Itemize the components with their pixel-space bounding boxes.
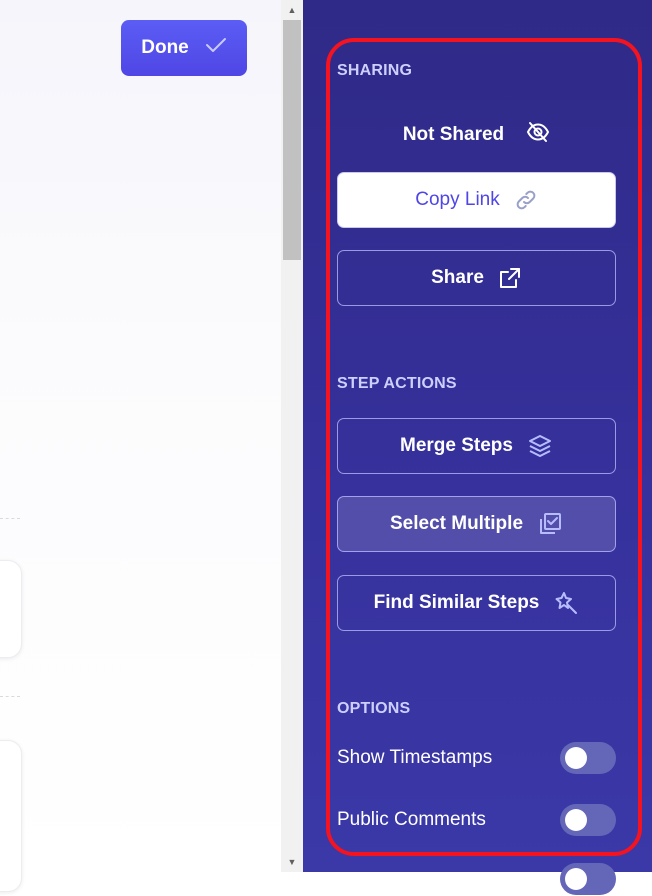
toggle-knob [565,868,587,890]
toggle-knob [565,747,587,769]
step-actions-section-title: STEP ACTIONS [337,375,457,392]
main-content-area: Done [0,0,281,892]
sharing-section-title: SHARING [337,62,413,79]
done-button-label: Done [141,37,189,58]
public-comments-option: Public Comments [337,803,616,837]
merge-steps-button[interactable]: Merge Steps [337,418,616,474]
show-timestamps-label: Show Timestamps [337,747,493,768]
merge-steps-label: Merge Steps [400,435,513,456]
options-section-title: OPTIONS [337,700,411,717]
cut-off-option [337,862,616,896]
scroll-down-arrow-icon[interactable]: ▼ [281,854,303,870]
divider [0,696,20,697]
select-multiple-label: Select Multiple [389,513,524,534]
divider [0,518,20,519]
magic-wand-icon [553,590,579,616]
scrollbar[interactable]: ▲ ▼ [281,0,303,872]
scroll-up-arrow-icon[interactable]: ▲ [281,2,303,18]
side-panel: SHARING Not Shared Copy Link Share STEP … [303,0,652,895]
public-comments-toggle[interactable] [560,804,616,836]
scroll-thumb[interactable] [283,20,301,260]
show-timestamps-toggle[interactable] [560,742,616,774]
done-button[interactable]: Done [121,20,247,76]
copy-link-button[interactable]: Copy Link [337,172,616,228]
sharing-status: Not Shared [337,120,616,150]
share-label: Share [431,267,484,288]
select-multiple-button[interactable]: Select Multiple [337,496,616,552]
step-card[interactable] [0,560,22,658]
link-icon [514,188,538,212]
eye-off-icon [526,120,550,150]
layers-icon [527,433,553,459]
find-similar-steps-label: Find Similar Steps [373,592,540,613]
step-card[interactable] [0,740,22,892]
check-icon [205,37,227,59]
cut-off-option-toggle[interactable] [560,863,616,895]
sharing-status-label: Not Shared [402,124,505,145]
multi-select-icon [537,511,563,537]
public-comments-label: Public Comments [337,809,486,830]
external-link-icon [498,266,522,290]
show-timestamps-option: Show Timestamps [337,741,616,775]
toggle-knob [565,809,587,831]
copy-link-label: Copy Link [415,189,500,210]
find-similar-steps-button[interactable]: Find Similar Steps [337,575,616,631]
share-button[interactable]: Share [337,250,616,306]
